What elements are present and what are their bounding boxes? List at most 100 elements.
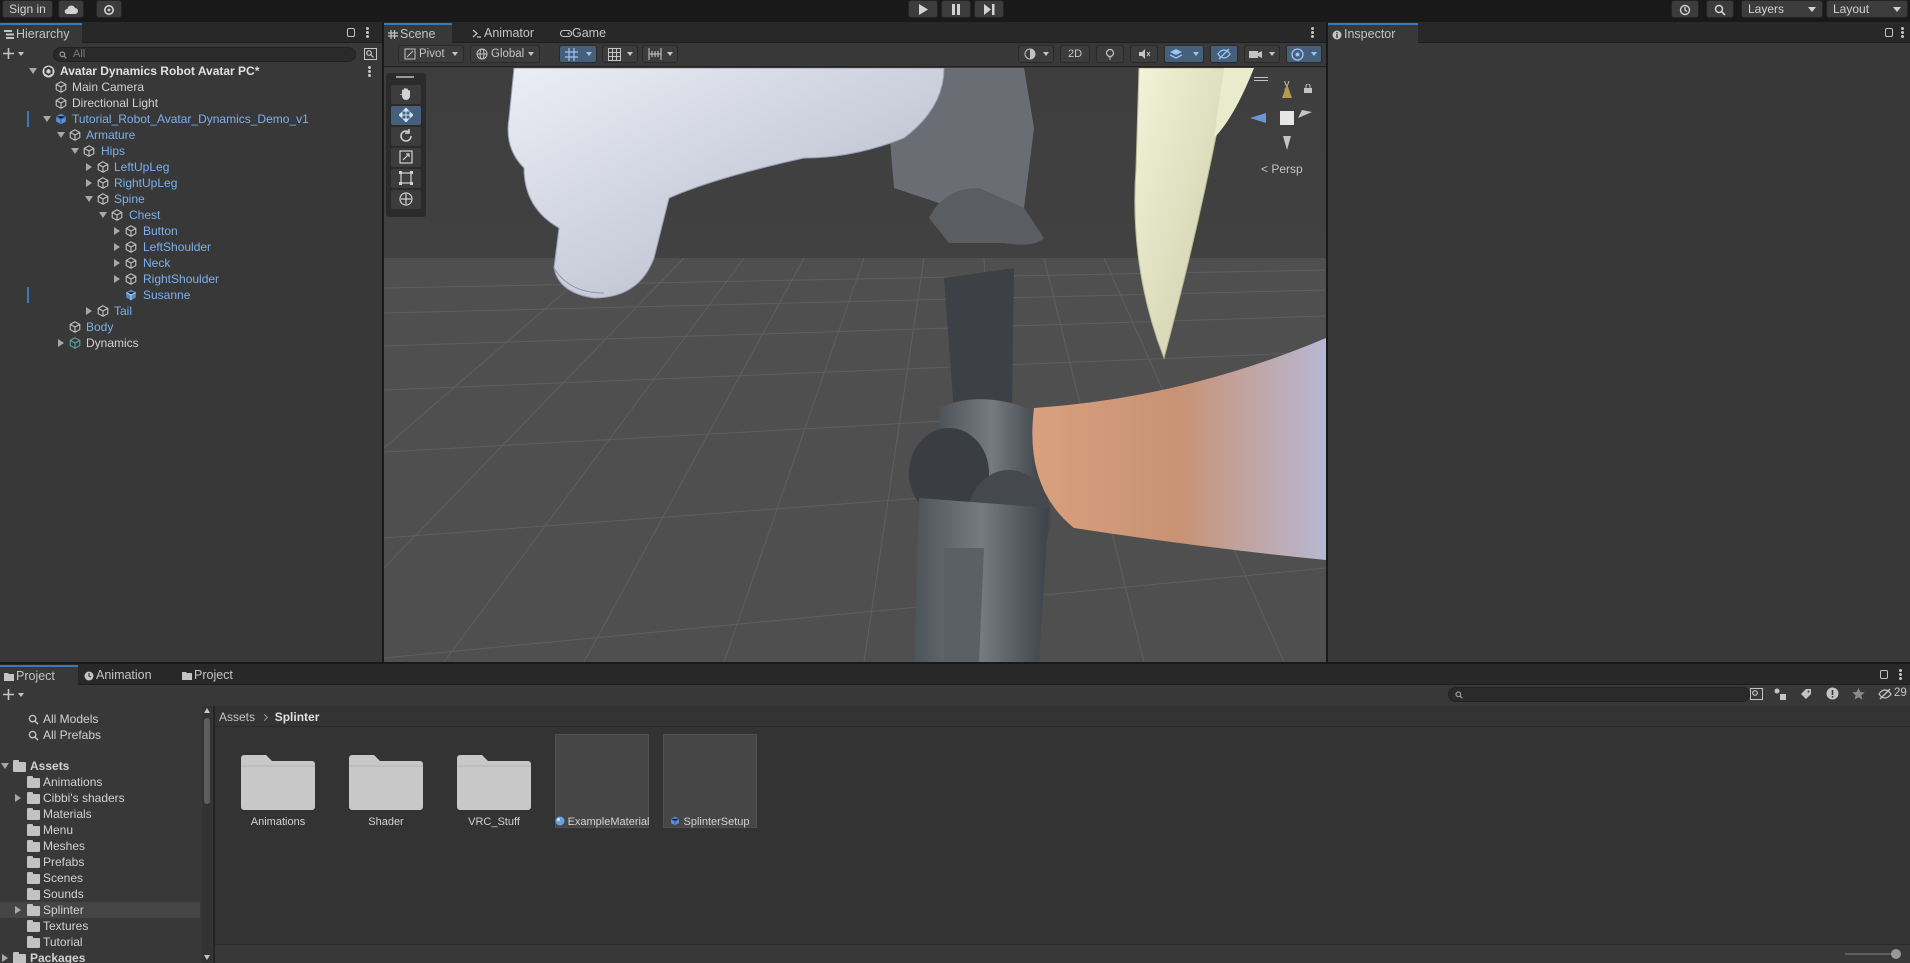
- asset-item-animations[interactable]: Animations: [228, 734, 328, 828]
- expand-arrow-icon[interactable]: [99, 212, 107, 218]
- pivot-dropdown[interactable]: Pivot: [398, 45, 464, 63]
- hierarchy-row-button[interactable]: Button: [0, 223, 382, 239]
- collapsed-arrow-icon[interactable]: [114, 259, 120, 267]
- scale-tool-button[interactable]: [391, 148, 421, 167]
- asset-item-splinter-setup[interactable]: SplinterSetup: [660, 734, 760, 828]
- favorite-all-models[interactable]: All Models: [0, 711, 200, 727]
- hierarchy-row-hips[interactable]: Hips: [0, 143, 382, 159]
- tab-project-2[interactable]: Project: [178, 666, 256, 686]
- filter-by-type-icon[interactable]: [1774, 688, 1787, 700]
- tab-inspector[interactable]: Inspector: [1328, 23, 1418, 43]
- hierarchy-row-spine[interactable]: Spine: [0, 191, 382, 207]
- tab-game[interactable]: Game: [556, 24, 622, 44]
- folder-tutorial[interactable]: Tutorial: [0, 934, 200, 950]
- collapsed-arrow-icon[interactable]: [15, 794, 21, 802]
- collab-settings-button[interactable]: [96, 0, 122, 18]
- hierarchy-row-leftshoulder[interactable]: LeftShoulder: [0, 239, 382, 255]
- layout-dropdown[interactable]: Layout: [1826, 0, 1908, 18]
- lock-icon[interactable]: [1885, 28, 1893, 37]
- breadcrumb-assets[interactable]: Assets: [219, 710, 255, 724]
- collapsed-arrow-icon[interactable]: [86, 307, 92, 315]
- gizmos-dropdown[interactable]: [1286, 45, 1322, 63]
- collapsed-arrow-icon[interactable]: [58, 339, 64, 347]
- tab-scene[interactable]: Scene: [384, 23, 452, 43]
- hierarchy-row-susanne[interactable]: Susanne: [0, 287, 382, 303]
- play-button[interactable]: [908, 0, 938, 18]
- folder-splinter[interactable]: Splinter: [0, 902, 200, 918]
- expand-arrow-icon[interactable]: [29, 68, 37, 74]
- collapsed-arrow-icon[interactable]: [114, 275, 120, 283]
- more-options-icon[interactable]: [1899, 669, 1902, 680]
- scroll-up-arrow-icon[interactable]: [204, 708, 210, 713]
- step-button[interactable]: [974, 0, 1004, 18]
- folder-menu[interactable]: Menu: [0, 822, 200, 838]
- expand-arrow-icon[interactable]: [71, 148, 79, 154]
- rect-tool-button[interactable]: [391, 169, 421, 188]
- scene-visibility-toggle[interactable]: [1210, 45, 1238, 63]
- hierarchy-row-armature[interactable]: Armature: [0, 127, 382, 143]
- tab-animator[interactable]: Animator: [468, 24, 548, 44]
- asset-item-example-material[interactable]: ExampleMaterial: [552, 734, 652, 828]
- scene-viewport[interactable]: y < Persp: [384, 68, 1326, 662]
- project-search-field[interactable]: [1448, 687, 1750, 702]
- hierarchy-row-main-camera[interactable]: Main Camera: [0, 79, 382, 95]
- folder-textures[interactable]: Textures: [0, 918, 200, 934]
- folder-meshes[interactable]: Meshes: [0, 838, 200, 854]
- effects-dropdown[interactable]: [1164, 45, 1204, 63]
- hidden-packages-icon[interactable]: [1878, 688, 1892, 700]
- pause-button[interactable]: [941, 0, 971, 18]
- folder-packages-root[interactable]: Packages: [0, 950, 200, 963]
- collapsed-arrow-icon[interactable]: [86, 179, 92, 187]
- cloud-button[interactable]: [58, 0, 84, 18]
- rotate-tool-button[interactable]: [391, 127, 421, 146]
- collapsed-arrow-icon[interactable]: [114, 227, 120, 235]
- collapsed-arrow-icon[interactable]: [15, 906, 21, 914]
- hierarchy-row-leftupleg[interactable]: LeftUpLeg: [0, 159, 382, 175]
- collapsed-arrow-icon[interactable]: [2, 954, 8, 962]
- hierarchy-row-directional-light[interactable]: Directional Light: [0, 95, 382, 111]
- sign-in-button[interactable]: Sign in: [2, 0, 53, 18]
- favorite-star-icon[interactable]: [1852, 688, 1865, 700]
- folder-animations[interactable]: Animations: [0, 774, 200, 790]
- search-button[interactable]: [1706, 0, 1734, 18]
- collapsed-arrow-icon[interactable]: [86, 163, 92, 171]
- search-by-type-icon[interactable]: [1750, 688, 1763, 700]
- scrollbar-thumb[interactable]: [204, 718, 210, 804]
- undo-history-button[interactable]: [1671, 0, 1699, 18]
- projection-label[interactable]: < Persp: [1261, 162, 1303, 176]
- asset-item-shader[interactable]: Shader: [336, 734, 436, 828]
- project-create-button[interactable]: [3, 688, 27, 702]
- filter-by-log-icon[interactable]: [1826, 687, 1839, 700]
- hierarchy-row-body[interactable]: Body: [0, 319, 382, 335]
- scroll-down-arrow-icon[interactable]: [204, 955, 210, 960]
- filter-by-label-icon[interactable]: [1800, 688, 1812, 700]
- hierarchy-row-tail[interactable]: Tail: [0, 303, 382, 319]
- increment-snap-toggle[interactable]: [642, 45, 678, 63]
- scene-root-row[interactable]: Avatar Dynamics Robot Avatar PC*: [0, 63, 382, 79]
- 2d-toggle[interactable]: 2D: [1060, 45, 1090, 63]
- draw-mode-dropdown[interactable]: [1018, 45, 1054, 63]
- camera-settings-dropdown[interactable]: [1244, 45, 1280, 63]
- expand-arrow-icon[interactable]: [43, 116, 51, 122]
- expand-arrow-icon[interactable]: [57, 132, 65, 138]
- lighting-toggle[interactable]: [1096, 45, 1124, 63]
- folder-cibbis-shaders[interactable]: Cibbi's shaders: [0, 790, 200, 806]
- audio-toggle[interactable]: [1130, 45, 1158, 63]
- drag-handle[interactable]: [396, 76, 414, 78]
- more-options-icon[interactable]: [1901, 27, 1904, 38]
- folder-prefabs[interactable]: Prefabs: [0, 854, 200, 870]
- hierarchy-row-rightupleg[interactable]: RightUpLeg: [0, 175, 382, 191]
- slider-thumb[interactable]: [1891, 949, 1901, 959]
- layers-dropdown[interactable]: Layers: [1741, 0, 1823, 18]
- collapsed-arrow-icon[interactable]: [114, 243, 120, 251]
- gizmo-handle[interactable]: [1254, 77, 1268, 81]
- scene-more-icon[interactable]: [368, 66, 371, 77]
- folder-sounds[interactable]: Sounds: [0, 886, 200, 902]
- favorite-all-prefabs[interactable]: All Prefabs: [0, 727, 200, 743]
- transform-tool-button[interactable]: [391, 190, 421, 209]
- expand-arrow-icon[interactable]: [1, 763, 9, 769]
- expand-arrow-icon[interactable]: [85, 196, 93, 202]
- lock-icon[interactable]: [1880, 670, 1888, 679]
- view-tool-button[interactable]: [391, 85, 421, 104]
- grid-snapping-toggle[interactable]: [559, 45, 597, 63]
